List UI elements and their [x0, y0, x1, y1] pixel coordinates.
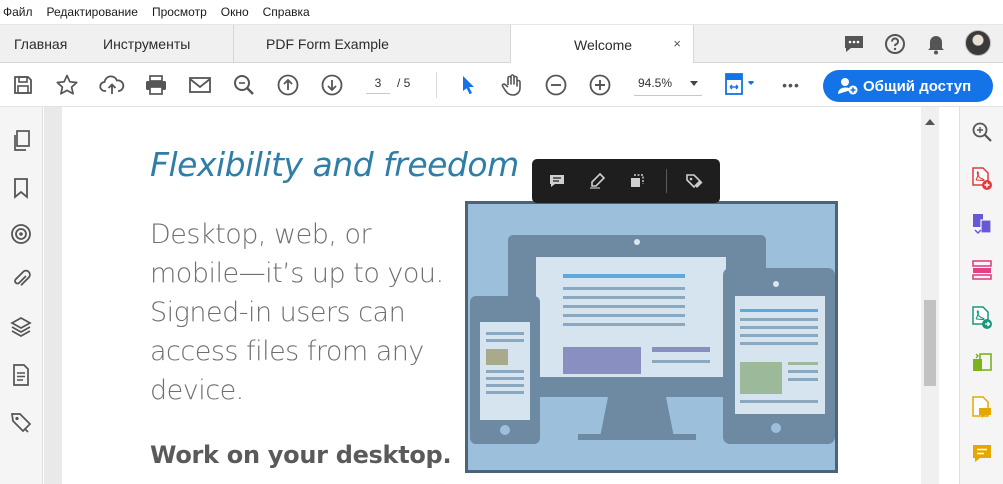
- page-heading: Flexibility and freedom: [150, 145, 519, 184]
- page-subheading: Work on your desktop.: [150, 441, 452, 469]
- create-pdf-icon[interactable]: [969, 166, 995, 192]
- select-cursor-icon[interactable]: [455, 72, 481, 98]
- tab-bar: Главная Инструменты PDF Form Example Wel…: [0, 25, 1003, 64]
- attachment-icon[interactable]: [9, 267, 33, 291]
- save-icon[interactable]: [10, 72, 36, 98]
- chevron-down-icon: [690, 81, 698, 86]
- menu-edit[interactable]: Редактирование: [47, 5, 144, 19]
- zoom-out-icon[interactable]: [543, 72, 569, 98]
- organize-pages-icon[interactable]: [969, 257, 995, 283]
- edit-tag-icon[interactable]: [683, 170, 705, 192]
- previous-page-icon[interactable]: [275, 72, 301, 98]
- menu-bar: Файл Редактирование Просмотр Окно Справк…: [0, 0, 1003, 25]
- bookmark-icon[interactable]: [9, 176, 33, 200]
- help-icon[interactable]: [883, 32, 907, 56]
- pages-icon[interactable]: [9, 129, 33, 153]
- vertical-scrollbar[interactable]: [921, 107, 939, 484]
- document-viewport[interactable]: Flexibility and freedom Desktop, web, or…: [44, 107, 921, 484]
- devices-illustration: [465, 201, 838, 473]
- page-total: / 5: [397, 76, 411, 90]
- menu-view[interactable]: Просмотр: [152, 5, 213, 19]
- menu-help[interactable]: Справка: [263, 5, 316, 19]
- fit-page-icon[interactable]: [722, 72, 758, 98]
- document-icon[interactable]: [9, 363, 33, 387]
- email-icon[interactable]: [187, 72, 213, 98]
- next-page-icon[interactable]: [319, 72, 345, 98]
- zoom-in-icon[interactable]: [587, 72, 613, 98]
- edit-pdf-icon[interactable]: [969, 350, 995, 376]
- zoom-select[interactable]: 94.5%: [634, 76, 702, 96]
- combine-files-icon[interactable]: [969, 211, 995, 237]
- export-pdf-icon[interactable]: [969, 305, 995, 331]
- avatar[interactable]: [965, 30, 991, 56]
- scrollbar-thumb[interactable]: [924, 300, 936, 386]
- zoom-panel-icon[interactable]: [969, 119, 995, 145]
- star-icon[interactable]: [54, 72, 80, 98]
- share-button[interactable]: Общий доступ: [823, 70, 993, 102]
- bell-icon[interactable]: [924, 32, 948, 56]
- page-faint-text: ...: [436, 477, 445, 484]
- quick-tools-bar: [532, 159, 720, 203]
- hand-tool-icon[interactable]: [499, 72, 525, 98]
- cloud-upload-icon[interactable]: [99, 72, 125, 98]
- comment-icon[interactable]: [546, 170, 568, 192]
- pdf-page: Flexibility and freedom Desktop, web, or…: [62, 107, 921, 484]
- page-body-text: Desktop, web, or mobile—it’s up to you. …: [150, 219, 444, 406]
- print-icon[interactable]: [143, 72, 169, 98]
- tag-icon[interactable]: [9, 410, 33, 434]
- tab-tools[interactable]: Инструменты: [103, 25, 190, 63]
- left-navigation-rail: [0, 107, 43, 484]
- share-button-label: Общий доступ: [863, 77, 972, 95]
- zoom-value: 94.5%: [638, 76, 673, 90]
- chat-icon[interactable]: [842, 32, 866, 56]
- scroll-up-arrow-icon[interactable]: [925, 119, 935, 125]
- layers-icon[interactable]: [9, 315, 33, 339]
- search-icon[interactable]: [231, 72, 257, 98]
- target-icon[interactable]: [9, 222, 33, 246]
- tab-welcome[interactable]: Welcome ×: [510, 25, 694, 64]
- menu-file[interactable]: Файл: [3, 5, 39, 19]
- menu-window[interactable]: Окно: [221, 5, 255, 19]
- mini-toolbar-divider: [666, 169, 667, 193]
- right-tools-rail: [959, 107, 1003, 484]
- tab-home[interactable]: Главная: [14, 25, 67, 63]
- comment-icon[interactable]: [969, 441, 995, 467]
- tab-pdf-form-example[interactable]: PDF Form Example: [234, 25, 510, 63]
- tab-welcome-label: Welcome: [574, 36, 633, 53]
- right-gap: [939, 107, 959, 484]
- close-icon[interactable]: ×: [673, 36, 681, 51]
- highlight-pen-icon[interactable]: [586, 170, 608, 192]
- snapshot-icon[interactable]: [626, 170, 648, 192]
- page-number-input[interactable]: 3: [366, 76, 390, 94]
- toolbar-divider: [436, 72, 437, 98]
- more-tools-button[interactable]: •••: [778, 72, 804, 98]
- comment-file-icon[interactable]: [969, 395, 995, 421]
- add-user-icon: [837, 77, 859, 99]
